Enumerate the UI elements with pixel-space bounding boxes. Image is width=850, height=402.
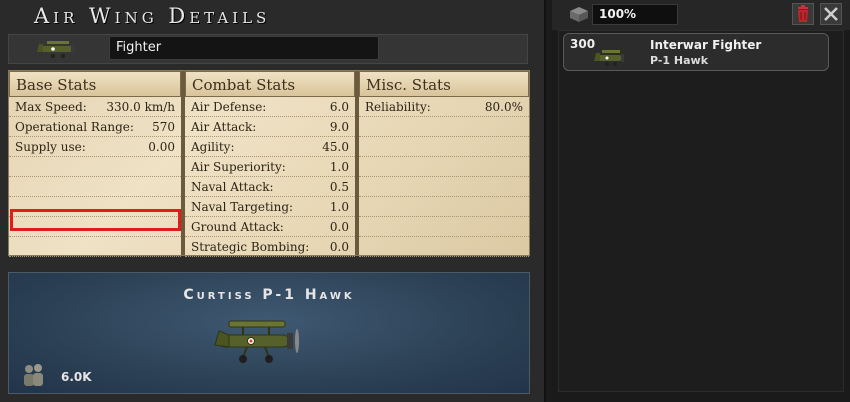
stat-row-ground-attack: Ground Attack: 0.0 — [185, 217, 355, 237]
stat-row-max-speed: Max Speed: 330.0 km/h — [9, 97, 181, 117]
trash-icon — [798, 5, 808, 22]
stat-value: 330.0 km/h — [106, 100, 175, 114]
stat-value: 1.0 — [329, 160, 349, 174]
stat-label: Naval Targeting: — [191, 200, 294, 214]
right-panel-header: 100% — [552, 0, 850, 30]
empty-row — [359, 117, 529, 137]
stat-value: 1.0 — [329, 200, 349, 214]
stats-sheet: Base Stats Max Speed: 330.0 km/h Operati… — [8, 70, 530, 257]
supply-use-highlight — [10, 209, 181, 231]
close-button[interactable] — [820, 3, 842, 25]
stat-value: 0.00 — [148, 140, 175, 154]
empty-row — [359, 237, 529, 257]
empty-row — [9, 237, 181, 257]
stat-label: Max Speed: — [15, 100, 87, 114]
air-wing-name-input[interactable]: Fighter — [109, 36, 379, 60]
strength-percentage: 100% — [592, 4, 678, 25]
stat-row-air-superiority: Air Superiority: 1.0 — [185, 157, 355, 177]
stat-row-reliability: Reliability: 80.0% — [359, 97, 529, 117]
empty-row — [359, 157, 529, 177]
air-wing-card[interactable]: 300 Interwar Fighter P-1 Hawk — [563, 33, 829, 71]
stat-label: Air Superiority: — [191, 160, 286, 174]
air-wing-details-panel: Air Wing Details Fighter Base Stats Max … — [0, 0, 546, 402]
combat-stats-column: Combat Stats Air Defense: 6.0 Air Attack… — [185, 71, 355, 257]
stat-label: Ground Attack: — [191, 220, 284, 234]
stat-value: 6.0 — [329, 100, 349, 114]
stat-label: Supply use: — [15, 140, 86, 154]
stat-row-strategic-bombing: Strategic Bombing: 0.0 — [185, 237, 355, 257]
stat-value: 45.0 — [322, 140, 349, 154]
combat-stats-header: Combat Stats — [185, 71, 355, 97]
wing-type: Interwar Fighter — [650, 38, 762, 52]
plane-icon — [594, 50, 624, 66]
stat-row-air-attack: Air Attack: 9.0 — [185, 117, 355, 137]
stat-row-agility: Agility: 45.0 — [185, 137, 355, 157]
crew-icon — [24, 364, 43, 386]
air-wing-list: 300 Interwar Fighter P-1 Hawk — [558, 30, 844, 392]
empty-row — [9, 177, 181, 197]
base-stats-header: Base Stats — [9, 71, 181, 97]
plane-portrait: Curtiss P-1 Hawk 6.0K — [8, 272, 530, 394]
stat-label: Reliability: — [365, 100, 431, 114]
manpower-value: 6.0K — [61, 370, 92, 384]
stat-row-naval-targeting: Naval Targeting: 1.0 — [185, 197, 355, 217]
panel-title: Air Wing Details — [34, 4, 271, 28]
empty-row — [9, 157, 181, 177]
plane-icon — [214, 320, 299, 363]
stat-value: 80.0% — [484, 100, 523, 114]
stat-label: Operational Range: — [15, 120, 134, 134]
stat-value: 570 — [152, 120, 175, 134]
plane-icon — [37, 41, 75, 59]
air-wing-list-panel: 100% 300 Interwar Fighter P-1 Hawk — [552, 0, 850, 402]
stat-label: Naval Attack: — [191, 180, 274, 194]
stat-label: Air Attack: — [191, 120, 257, 134]
crate-icon — [570, 7, 588, 22]
stat-value: 0.5 — [329, 180, 349, 194]
close-icon — [824, 7, 838, 21]
stat-label: Agility: — [191, 140, 235, 154]
name-bar: Fighter — [8, 34, 528, 64]
misc-stats-column: Misc. Stats Reliability: 80.0% — [359, 71, 529, 257]
stat-label: Strategic Bombing: — [191, 240, 310, 254]
empty-row — [359, 217, 529, 237]
stat-row-naval-attack: Naval Attack: 0.5 — [185, 177, 355, 197]
stat-value: 0.0 — [329, 240, 349, 254]
stat-value: 0.0 — [329, 220, 349, 234]
empty-row — [359, 137, 529, 157]
empty-row — [359, 177, 529, 197]
stat-row-air-defense: Air Defense: 6.0 — [185, 97, 355, 117]
stat-row-supply-use: Supply use: 0.00 — [9, 137, 181, 157]
plane-model-name: Curtiss P-1 Hawk — [183, 287, 355, 303]
wing-model: P-1 Hawk — [650, 54, 709, 67]
empty-row — [359, 197, 529, 217]
misc-stats-header: Misc. Stats — [359, 71, 529, 97]
stat-label: Air Defense: — [191, 100, 267, 114]
stat-row-operational-range: Operational Range: 570 — [9, 117, 181, 137]
delete-button[interactable] — [792, 3, 814, 25]
stat-value: 9.0 — [329, 120, 349, 134]
